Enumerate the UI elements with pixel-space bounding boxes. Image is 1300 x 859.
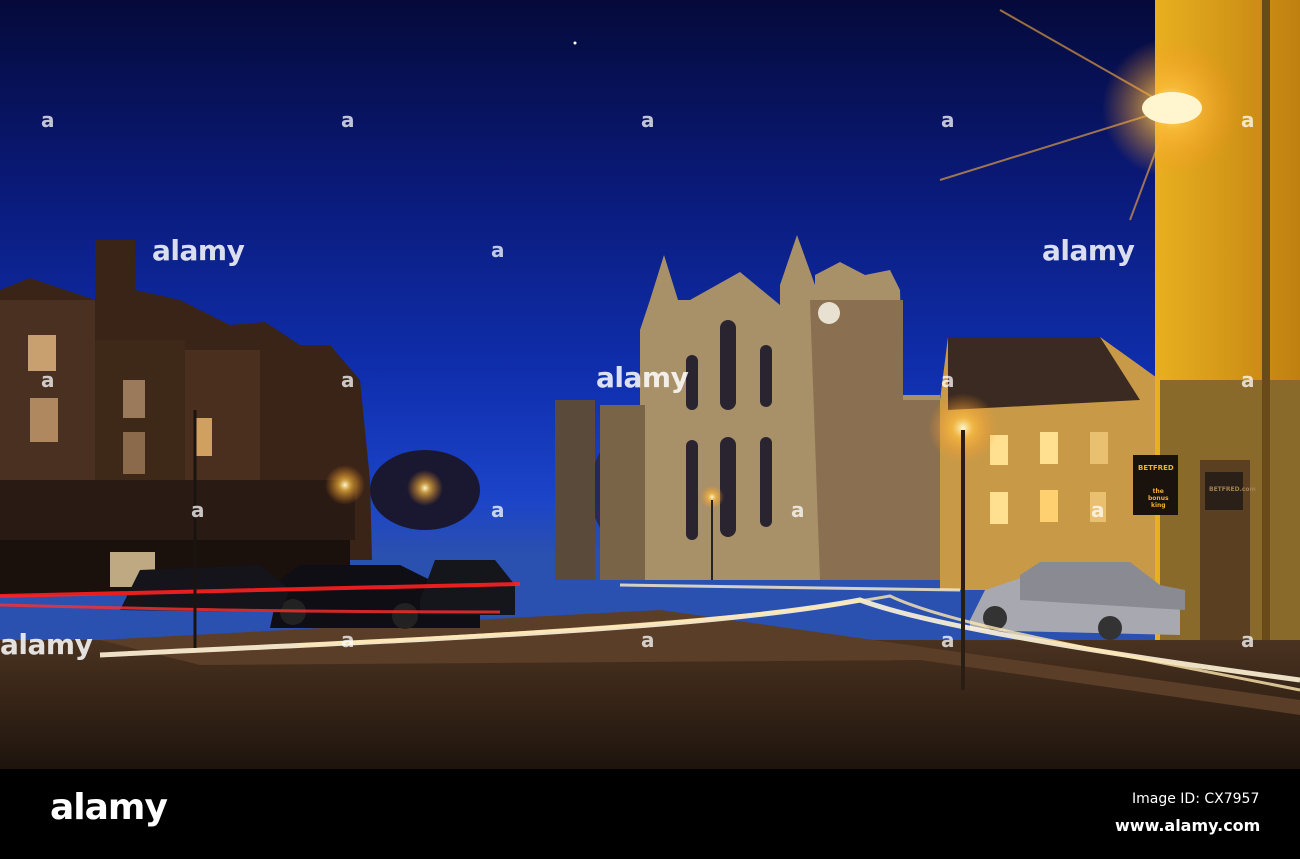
alamy-logo: alamy [50, 787, 168, 828]
shop-sign-name: BETFRED [1138, 464, 1174, 472]
slogan-word: bonus [1148, 495, 1169, 502]
shop-sign-slogan: the bonus king [1148, 488, 1169, 509]
slogan-word: the [1152, 488, 1164, 495]
watermark-letter: a [341, 628, 355, 652]
watermark-letter: a [41, 108, 55, 132]
watermark-letter: a [941, 108, 955, 132]
left-buildings [0, 240, 372, 595]
watermark-letter: a [191, 498, 205, 522]
watermark-letter: a [341, 108, 355, 132]
abbey [555, 235, 940, 580]
watermark-letter: a [1241, 368, 1255, 392]
watermark-letter: a [491, 238, 505, 262]
image-id: Image ID: CX7957 [1132, 791, 1260, 807]
footer-bar: alamy Image ID: CX7957 www.alamy.com [0, 769, 1300, 859]
watermark: alamy [1042, 234, 1135, 267]
watermark: alamy [152, 234, 245, 267]
watermark-letter: a [1241, 628, 1255, 652]
website-url: www.alamy.com [1115, 816, 1261, 835]
watermark-letter: a [1241, 108, 1255, 132]
watermark-letter: a [791, 498, 805, 522]
watermark-letter: a [341, 368, 355, 392]
watermark-letter: a [41, 368, 55, 392]
watermark-letter: a [1091, 498, 1105, 522]
watermark-letter: a [641, 628, 655, 652]
watermark-letter: a [491, 498, 505, 522]
watermark-letter: a [641, 108, 655, 132]
star [573, 41, 577, 45]
watermark-letter: a [941, 628, 955, 652]
shop-window-text: BETFRED.com [1209, 486, 1256, 493]
watermark: alamy [0, 628, 93, 661]
watermark-letter: a [941, 368, 955, 392]
watermark: alamy [596, 361, 689, 394]
slogan-word: king [1150, 502, 1166, 509]
night-street-photo: BETFRED the bonus king BETFRED.com alamy… [0, 0, 1300, 769]
